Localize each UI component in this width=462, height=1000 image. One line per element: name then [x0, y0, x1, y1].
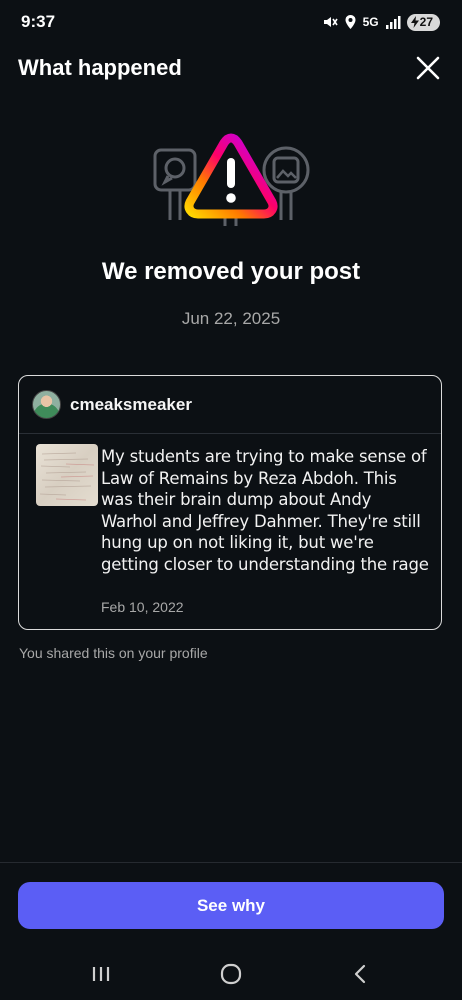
removed-post-card[interactable]: cmeaksmeaker My students are trying to m… [18, 375, 442, 630]
removed-post-illustration [150, 130, 312, 230]
shared-note: You shared this on your profile [19, 645, 208, 661]
system-nav-bar [0, 952, 462, 1000]
username: cmeaksmeaker [70, 394, 192, 414]
mute-icon [322, 14, 338, 30]
back-icon [354, 964, 366, 984]
home-icon [220, 963, 242, 985]
post-body: My students are trying to make sense of … [19, 434, 441, 629]
post-thumbnail [36, 444, 98, 506]
divider [0, 862, 462, 863]
post-date: Feb 10, 2022 [101, 599, 184, 615]
home-button[interactable] [216, 962, 246, 986]
recent-apps-icon [92, 967, 110, 981]
avatar [32, 390, 61, 419]
removed-title: We removed your post [101, 258, 361, 285]
charging-icon [410, 16, 419, 28]
signal-icon [385, 15, 401, 29]
network-label: 5G [362, 15, 379, 29]
status-time: 9:37 [21, 12, 56, 31]
recent-apps-button[interactable] [86, 962, 116, 986]
see-why-button[interactable]: See why [18, 882, 444, 929]
back-button[interactable] [346, 962, 376, 986]
removed-date: Jun 22, 2025 [181, 309, 281, 328]
status-icons: 5G 27 [322, 12, 440, 32]
battery-level: 27 [419, 15, 433, 29]
close-button[interactable] [414, 54, 442, 82]
warning-triangle-icon [184, 133, 278, 226]
post-caption: My students are trying to make sense of … [101, 447, 429, 574]
post-header: cmeaksmeaker [19, 376, 441, 434]
page-title: What happened [18, 55, 182, 80]
battery-indicator: 27 [406, 13, 440, 31]
location-icon [344, 14, 357, 30]
status-bar: 9:37 5G 27 [0, 0, 462, 44]
close-icon [416, 56, 440, 80]
